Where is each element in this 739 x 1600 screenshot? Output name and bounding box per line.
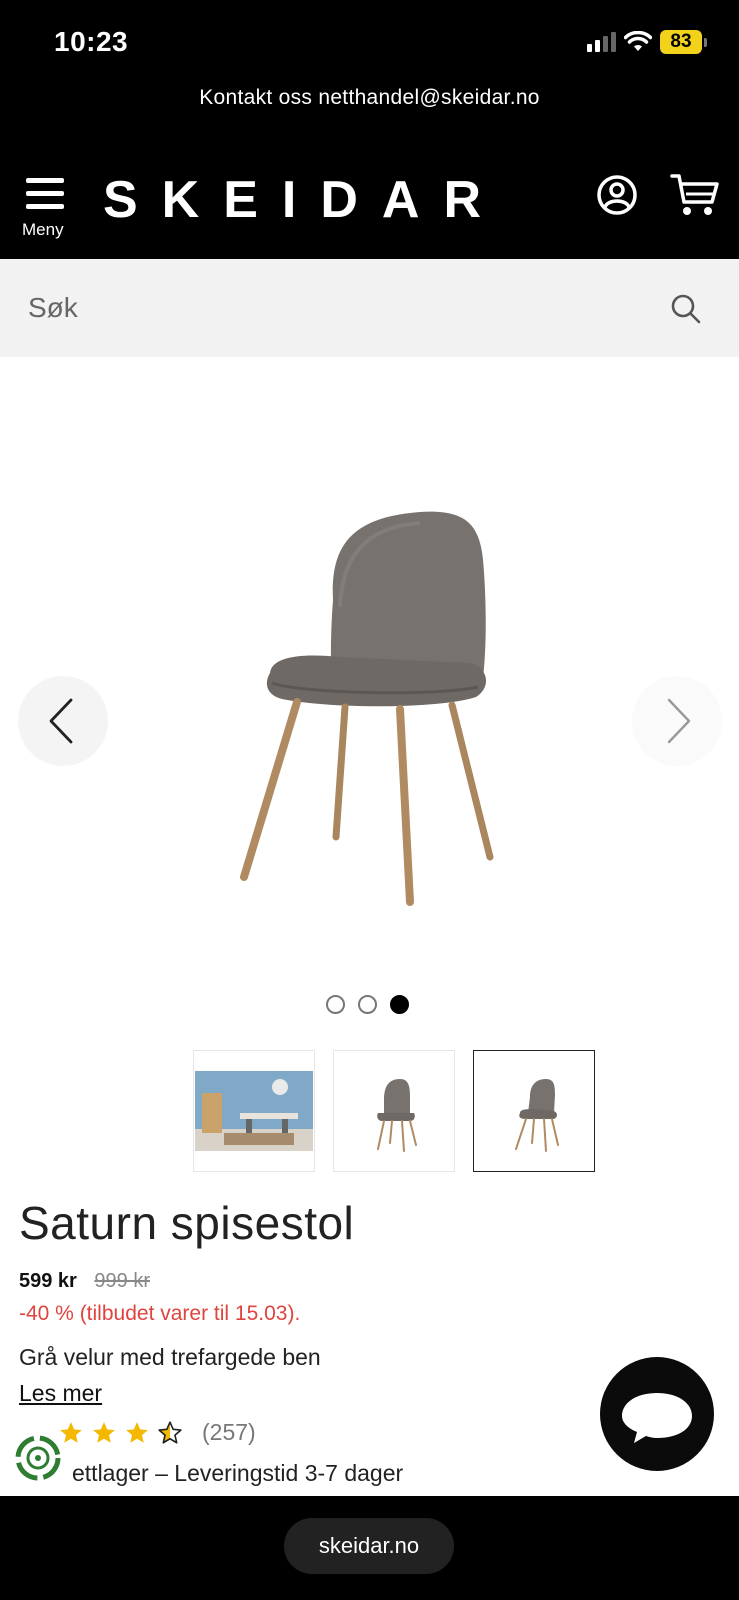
- discount-text: -40 % (tilbudet varer til 15.03).: [19, 1302, 301, 1325]
- gallery-dot-3[interactable]: [390, 995, 409, 1014]
- gallery-dot-2[interactable]: [358, 995, 377, 1014]
- product-image: [240, 511, 494, 906]
- chat-button[interactable]: [600, 1357, 714, 1471]
- status-icons: 83: [587, 30, 707, 54]
- contact-banner[interactable]: Kontakt oss netthandel@skeidar.no: [0, 86, 739, 110]
- product-image-gallery[interactable]: [0, 357, 739, 977]
- menu-button[interactable]: Meny: [22, 176, 70, 242]
- battery-icon: 83: [660, 30, 707, 54]
- chevron-left-icon: [49, 698, 73, 744]
- status-time: 10:23: [54, 26, 129, 57]
- current-price: 599 kr: [19, 1270, 77, 1292]
- search-icon[interactable]: [670, 293, 702, 325]
- original-price: 999 kr: [94, 1270, 150, 1292]
- rating-count: (257): [202, 1419, 256, 1445]
- url-bar[interactable]: skeidar.no: [284, 1518, 454, 1574]
- half-star-icon: [158, 1420, 182, 1444]
- previous-image-button[interactable]: [18, 676, 108, 766]
- price-row: 599 kr 999 kr: [19, 1270, 150, 1293]
- top-header: 10:23 83 Kontakt oss netthandel@skeidar.…: [0, 0, 739, 259]
- search-bar: [0, 259, 739, 357]
- chat-bubble-icon: [622, 1393, 692, 1443]
- product-description: Grå velur med trefargede ben: [19, 1344, 321, 1370]
- chevron-right-icon: [667, 698, 691, 744]
- gallery-dot-1[interactable]: [326, 995, 345, 1014]
- cellular-signal-icon: [587, 32, 616, 52]
- cart-icon[interactable]: [670, 172, 720, 218]
- search-input[interactable]: [28, 279, 648, 337]
- rating-stars[interactable]: (257): [58, 1419, 256, 1446]
- read-more-link[interactable]: Les mer: [19, 1380, 102, 1407]
- star-icon: [126, 1421, 148, 1443]
- gallery-pagination: [326, 995, 409, 1014]
- user-account-icon[interactable]: [596, 174, 638, 216]
- eco-badge[interactable]: [12, 1432, 64, 1484]
- logo[interactable]: SKEIDAR: [103, 170, 505, 230]
- star-icon: [93, 1421, 115, 1443]
- product-title: Saturn spisestol: [19, 1197, 355, 1249]
- recycle-icon: [15, 1435, 61, 1481]
- thumbnail-chair-angle[interactable]: [473, 1050, 595, 1172]
- next-image-button[interactable]: [632, 676, 722, 766]
- battery-level: 83: [660, 30, 702, 54]
- thumbnail-strip: [193, 1050, 595, 1172]
- menu-label: Meny: [22, 220, 64, 239]
- thumbnail-chair-front[interactable]: [333, 1050, 455, 1172]
- stock-status: ettlager – Leveringstid 3-7 dager: [72, 1460, 404, 1486]
- wifi-icon: [624, 31, 652, 51]
- thumbnail-room-scene[interactable]: [193, 1050, 315, 1172]
